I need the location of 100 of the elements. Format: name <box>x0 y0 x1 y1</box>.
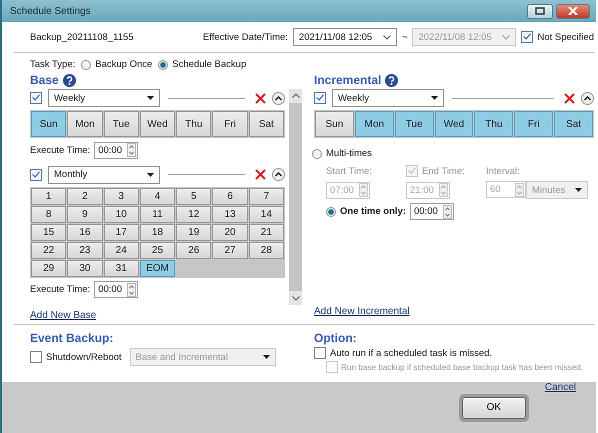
multi-times-label: Multi-times <box>326 148 372 159</box>
execute-time-label: Execute Time: <box>30 144 90 156</box>
close-icon <box>568 7 578 15</box>
not-specified-checkbox[interactable] <box>521 31 534 43</box>
day-toggle[interactable]: 13 <box>212 206 248 222</box>
radio-button[interactable] <box>81 60 92 70</box>
delete-icon[interactable] <box>255 92 266 104</box>
start-date-dropdown[interactable]: 2021/11/08 12:05 <box>292 28 397 46</box>
option-label: Auto run if a scheduled task is missed. <box>330 348 492 358</box>
day-toggle[interactable]: 23 <box>67 242 103 258</box>
schedule-checkbox[interactable] <box>314 92 326 104</box>
day-toggle[interactable]: 28 <box>248 242 284 258</box>
day-toggle[interactable]: Thu <box>474 111 514 137</box>
day-toggle[interactable]: 4 <box>140 188 176 204</box>
execute-time-field[interactable]: 00:00 <box>94 281 138 298</box>
collapse-icon[interactable] <box>581 92 594 104</box>
one-time-field[interactable]: 00:00 <box>410 203 454 220</box>
ok-button[interactable]: OK <box>462 396 526 418</box>
chevron-down-icon <box>382 34 391 40</box>
day-toggle[interactable]: 21 <box>248 224 284 240</box>
day-toggle[interactable]: Sat <box>248 111 284 137</box>
shutdown-checkbox[interactable] <box>30 351 42 363</box>
day-toggle[interactable]: 9 <box>67 206 103 222</box>
day-toggle[interactable]: 2 <box>67 188 103 204</box>
help-icon[interactable] <box>385 74 398 86</box>
day-toggle[interactable]: Sat <box>554 111 593 137</box>
radio-button[interactable] <box>158 60 168 70</box>
day-toggle[interactable]: Sun <box>31 111 66 137</box>
cancel-link[interactable]: Cancel <box>544 382 576 393</box>
day-toggle[interactable]: 16 <box>67 224 103 240</box>
frequency-dropdown[interactable]: Weekly <box>332 89 444 107</box>
chevron-down-icon <box>292 296 300 301</box>
day-toggle[interactable]: Wed <box>140 111 176 137</box>
day-toggle[interactable]: Sun <box>315 111 354 137</box>
spinner-icon <box>515 182 524 196</box>
day-toggle[interactable]: 7 <box>248 188 284 204</box>
day-toggle[interactable]: 8 <box>31 206 66 222</box>
spinner-icon <box>359 183 368 197</box>
radio-label: Backup Once <box>95 59 152 70</box>
day-toggle[interactable]: 12 <box>176 206 212 222</box>
one-time-label: One time only: <box>340 206 406 217</box>
task-type-label: Task Type: <box>30 59 76 70</box>
caret-icon <box>147 96 154 100</box>
delete-icon[interactable] <box>564 92 575 104</box>
option-checkbox[interactable] <box>314 347 326 359</box>
schedule-checkbox[interactable] <box>30 168 42 180</box>
day-toggle[interactable]: 10 <box>104 206 139 222</box>
one-time-radio[interactable] <box>326 206 336 216</box>
collapse-icon[interactable] <box>272 92 285 104</box>
day-toggle[interactable]: Fri <box>212 111 248 137</box>
day-toggle[interactable]: 18 <box>140 224 176 240</box>
end-time-label: End Time: <box>422 166 465 176</box>
add-incremental-link[interactable]: Add New Incremental <box>314 306 410 317</box>
end-time-checkbox[interactable] <box>406 165 418 177</box>
radio-label: Schedule Backup <box>172 59 246 70</box>
day-toggle[interactable]: Thu <box>176 111 212 137</box>
day-toggle[interactable]: 11 <box>140 206 176 222</box>
frequency-dropdown[interactable]: Weekly <box>48 89 160 107</box>
multi-times-radio[interactable] <box>312 148 322 158</box>
day-toggle[interactable]: Fri <box>514 111 554 137</box>
day-toggle[interactable]: 30 <box>67 260 103 276</box>
delete-icon[interactable] <box>255 169 266 180</box>
day-toggle[interactable]: 19 <box>176 224 212 240</box>
day-toggle[interactable]: 1 <box>31 188 66 204</box>
help-icon[interactable] <box>62 74 76 86</box>
day-toggle[interactable]: Tue <box>394 111 434 137</box>
spinner-icon <box>127 282 136 297</box>
add-base-link[interactable]: Add New Base <box>30 310 96 321</box>
scrollbar[interactable] <box>289 89 302 305</box>
day-toggle[interactable]: 14 <box>248 206 284 222</box>
collapse-icon[interactable] <box>272 168 285 181</box>
frequency-dropdown[interactable]: Monthly <box>48 166 160 184</box>
execute-time-field[interactable]: 00:00 <box>94 142 138 159</box>
day-toggle[interactable]: Mon <box>67 111 103 137</box>
day-toggle[interactable]: Mon <box>354 111 394 137</box>
day-toggle[interactable]: 6 <box>212 188 248 204</box>
start-time-label: Start Time: <box>326 166 373 176</box>
day-toggle[interactable]: 26 <box>176 242 212 258</box>
day-toggle[interactable]: Wed <box>434 111 474 137</box>
close-button[interactable] <box>556 4 590 18</box>
schedule-checkbox[interactable] <box>30 92 42 104</box>
chevron-down-icon <box>502 34 510 40</box>
day-toggle[interactable]: EOM <box>140 260 176 276</box>
day-toggle[interactable]: 17 <box>104 224 139 240</box>
day-toggle[interactable]: 29 <box>31 260 66 276</box>
day-toggle[interactable]: 15 <box>31 224 66 240</box>
day-toggle[interactable]: 24 <box>104 242 139 258</box>
effective-date-label: Effective Date/Time: <box>202 32 288 42</box>
day-toggle[interactable]: 22 <box>31 242 66 258</box>
date-separator: ~ <box>402 32 408 42</box>
day-toggle[interactable]: 31 <box>104 260 139 276</box>
day-toggle[interactable]: 27 <box>212 242 248 258</box>
day-toggle[interactable]: 20 <box>212 224 248 240</box>
day-toggle[interactable]: 5 <box>176 188 212 204</box>
restore-icon <box>535 7 545 15</box>
restore-button[interactable] <box>527 4 553 18</box>
day-toggle[interactable]: 25 <box>140 242 176 258</box>
day-toggle[interactable]: 3 <box>104 188 139 204</box>
caret-icon <box>147 172 154 176</box>
day-toggle[interactable]: Tue <box>104 111 139 137</box>
